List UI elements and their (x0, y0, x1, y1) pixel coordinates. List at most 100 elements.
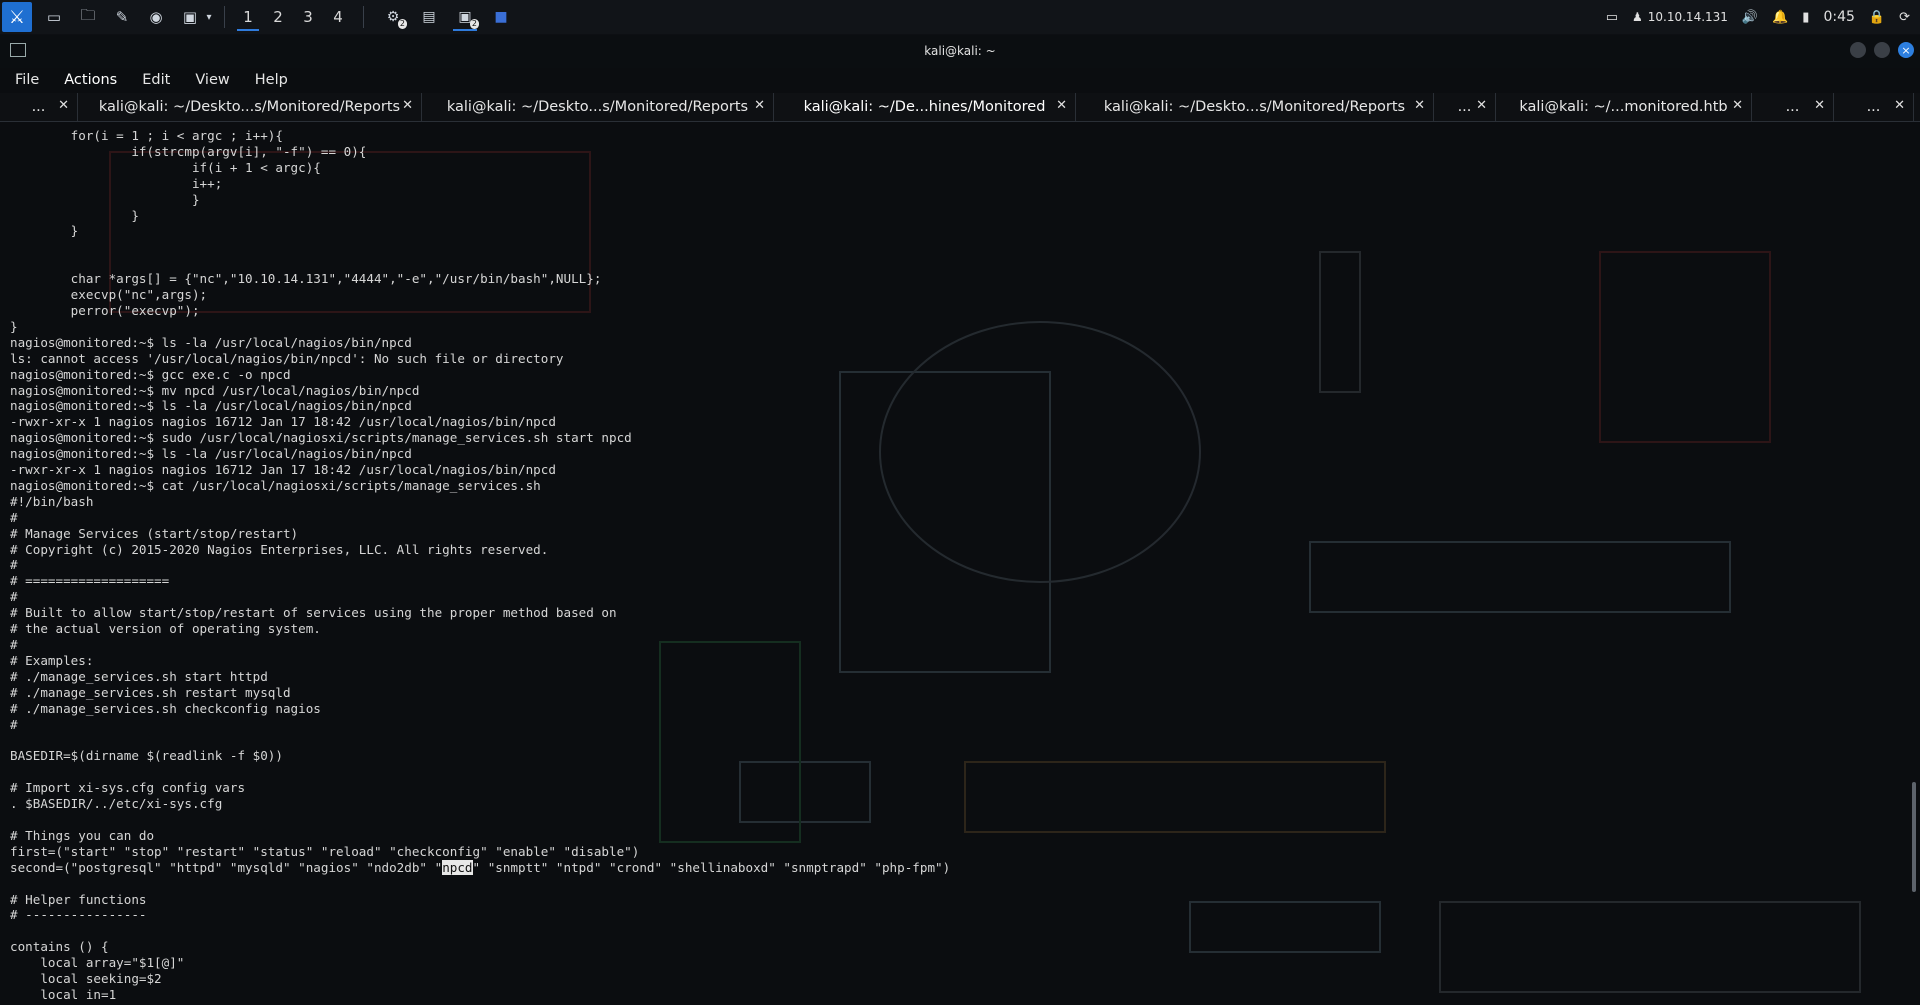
terminal-line: # =================== (10, 573, 170, 589)
file-manager-icon[interactable]: 🗀 (76, 6, 100, 28)
battery-icon[interactable]: ▮ (1802, 10, 1809, 25)
close-tab-icon[interactable]: ✕ (58, 98, 69, 113)
panel-separator (363, 6, 364, 28)
tab-label: ... (1785, 99, 1800, 115)
close-tab-icon[interactable]: ✕ (1476, 98, 1487, 113)
window-title: kali@kali: ~ (924, 44, 996, 58)
window-menu-icon[interactable] (10, 43, 26, 57)
terminal-text: for(i = 1 ; i < argc ; i++){ if(strcmp(a… (10, 128, 950, 1000)
chevron-down-icon[interactable]: ▾ (204, 6, 214, 28)
terminal-tab-active[interactable]: kali@kali: ~/De...hines/Monitored ✕ (774, 93, 1076, 121)
terminal-tab[interactable]: ... ✕ (1834, 93, 1914, 121)
system-tray: ▭ ♟ 10.10.14.131 🔊 🔔 ▮ 0:45 🔒 ⟳ (1606, 9, 1920, 25)
tab-bar: ... ✕ kali@kali: ~/Deskto...s/Monitored/… (0, 93, 1920, 122)
volume-icon[interactable]: 🔊 (1742, 10, 1758, 25)
workspace-1[interactable]: 1 (233, 2, 263, 32)
terminal-line: # (10, 557, 18, 573)
minimize-button[interactable] (1850, 42, 1866, 58)
terminal-tab[interactable]: kali@kali: ~/Deskto...s/Monitored/Report… (78, 93, 422, 121)
terminal-line: if(i + 1 < argc){ (10, 159, 321, 175)
wallpaper-payload-box (1189, 901, 1381, 953)
terminal-line: first=("start" "stop" "restart" "status"… (10, 843, 640, 859)
close-tab-icon[interactable]: ✕ (402, 98, 413, 113)
terminal-launcher-icon[interactable]: ▣ (178, 6, 202, 28)
taskbar-app-4[interactable]: ■ (486, 2, 516, 32)
terminal-lines: for(i = 1 ; i < argc ; i++){ if(strcmp(a… (10, 128, 950, 1000)
terminal-line: # (10, 637, 18, 652)
terminal-line: # ./manage_services.sh restart mysqld (10, 684, 291, 700)
close-tab-icon[interactable]: ✕ (1732, 98, 1743, 113)
workspace-4[interactable]: 4 (323, 2, 353, 32)
terminal-tab[interactable]: ... ✕ (0, 93, 78, 121)
firefox-icon[interactable]: ◉ (144, 6, 168, 28)
menu-actions[interactable]: Actions (49, 72, 127, 88)
menu-edit[interactable]: Edit (127, 72, 180, 88)
terminal-line: } (10, 207, 139, 223)
workspace-3[interactable]: 3 (293, 2, 323, 32)
taskbar-app-2[interactable]: ▤ (414, 2, 444, 32)
tab-label: kali@kali: ~/Deskto...s/Monitored/Report… (98, 99, 401, 115)
close-tab-icon[interactable]: ✕ (1814, 98, 1825, 113)
terminal-output-area[interactable]: for(i = 1 ; i < argc ; i++){ if(strcmp(a… (0, 122, 1904, 1000)
terminal-line: local seeking=$2 (10, 971, 162, 987)
close-tab-icon[interactable]: ✕ (1894, 98, 1905, 113)
terminal-line: } (10, 318, 18, 334)
task-count-badge: 2 (469, 19, 479, 29)
menu-view[interactable]: View (180, 72, 239, 88)
menu-help[interactable]: Help (240, 72, 298, 88)
taskbar-app-1[interactable]: ⚙ 2 (378, 2, 408, 32)
terminal-line: ls: cannot access '/usr/local/nagios/bin… (10, 350, 564, 366)
terminal-line: nagios@monitored:~$ sudo /usr/local/nagi… (10, 430, 632, 446)
close-button[interactable]: × (1898, 42, 1914, 58)
tab-label: ... (1866, 99, 1881, 115)
scrollbar-thumb[interactable] (1912, 782, 1916, 892)
terminal-scrollbar[interactable] (1908, 122, 1918, 1000)
wallpaper-skull (1599, 251, 1771, 443)
wallpaper-banner (1309, 541, 1731, 613)
terminal-line: second=("postgresql" "httpd" "mysqld" "n… (10, 859, 950, 875)
show-desktop-icon[interactable]: ▭ (42, 6, 66, 28)
close-tab-icon[interactable]: ✕ (1414, 98, 1425, 113)
wallpaper-backdoor-table (964, 761, 1386, 833)
terminal-tab[interactable]: kali@kali: ~/Deskto...s/Monitored/Report… (422, 93, 774, 121)
power-icon[interactable]: ⟳ (1899, 10, 1910, 25)
terminal-line: # ./manage_services.sh checkconfig nagio… (10, 700, 321, 716)
ip-address: 10.10.14.131 (1647, 10, 1728, 24)
terminal-tab[interactable]: ... ✕ (1434, 93, 1496, 121)
terminal-line: nagios@monitored:~$ mv npcd /usr/local/n… (10, 382, 420, 398)
terminal-line: # (10, 716, 18, 732)
top-panel: ⚔ ▭ 🗀 ✎ ◉ ▣ ▾ 1 2 3 4 ⚙ 2 ▤ ▣ 2 ■ ▭ ♟ 10… (0, 0, 1920, 35)
terminal-line: contains () { (10, 939, 109, 955)
terminal-line: } (10, 191, 200, 207)
close-tab-icon[interactable]: ✕ (1056, 98, 1067, 113)
menu-bar: File Actions Edit View Help (0, 68, 1920, 92)
maximize-button[interactable] (1874, 42, 1890, 58)
taskbar-terminal[interactable]: ▣ 2 (450, 2, 480, 32)
terminal-tab[interactable]: ... ✕ (1752, 93, 1834, 121)
clock[interactable]: 0:45 (1823, 9, 1854, 25)
vpn-ip-indicator[interactable]: ♟ 10.10.14.131 (1632, 10, 1728, 24)
window-titlebar[interactable]: kali@kali: ~ × (0, 34, 1920, 68)
terminal-line: # (10, 509, 18, 525)
display-icon[interactable]: ▭ (1606, 10, 1618, 25)
selected-text: npcd (442, 859, 473, 875)
terminal-line: if(strcmp(argv[i], "-f") == 0){ (10, 143, 367, 159)
notification-bell-icon[interactable]: 🔔 (1772, 10, 1788, 25)
task-count-badge: 2 (397, 19, 407, 29)
terminal-line: nagios@monitored:~$ ls -la /usr/local/na… (10, 334, 412, 350)
terminal-tab[interactable]: kali@kali: ~/Deskto...s/Monitored/Report… (1076, 93, 1434, 121)
workspace-2[interactable]: 2 (263, 2, 293, 32)
menu-file[interactable]: File (0, 72, 49, 88)
wallpaper-backdoor-text (1439, 901, 1861, 993)
terminal-line: nagios@monitored:~$ cat /usr/local/nagio… (10, 477, 541, 493)
terminal-line: execvp("nc",args); (10, 287, 208, 303)
close-tab-icon[interactable]: ✕ (754, 98, 765, 113)
terminal-tab[interactable]: kali@kali: ~/...monitored.htb ✕ (1496, 93, 1752, 121)
terminal-line: nagios@monitored:~$ gcc exe.c -o npcd (10, 366, 291, 382)
text-editor-icon[interactable]: ✎ (110, 6, 134, 28)
wallpaper-mask (1319, 251, 1361, 393)
terminal-line: i++; (10, 175, 223, 191)
kali-menu-icon[interactable]: ⚔ (2, 2, 32, 32)
tab-label: kali@kali: ~/Deskto...s/Monitored/Report… (446, 99, 749, 115)
lock-icon[interactable]: 🔒 (1869, 10, 1885, 25)
